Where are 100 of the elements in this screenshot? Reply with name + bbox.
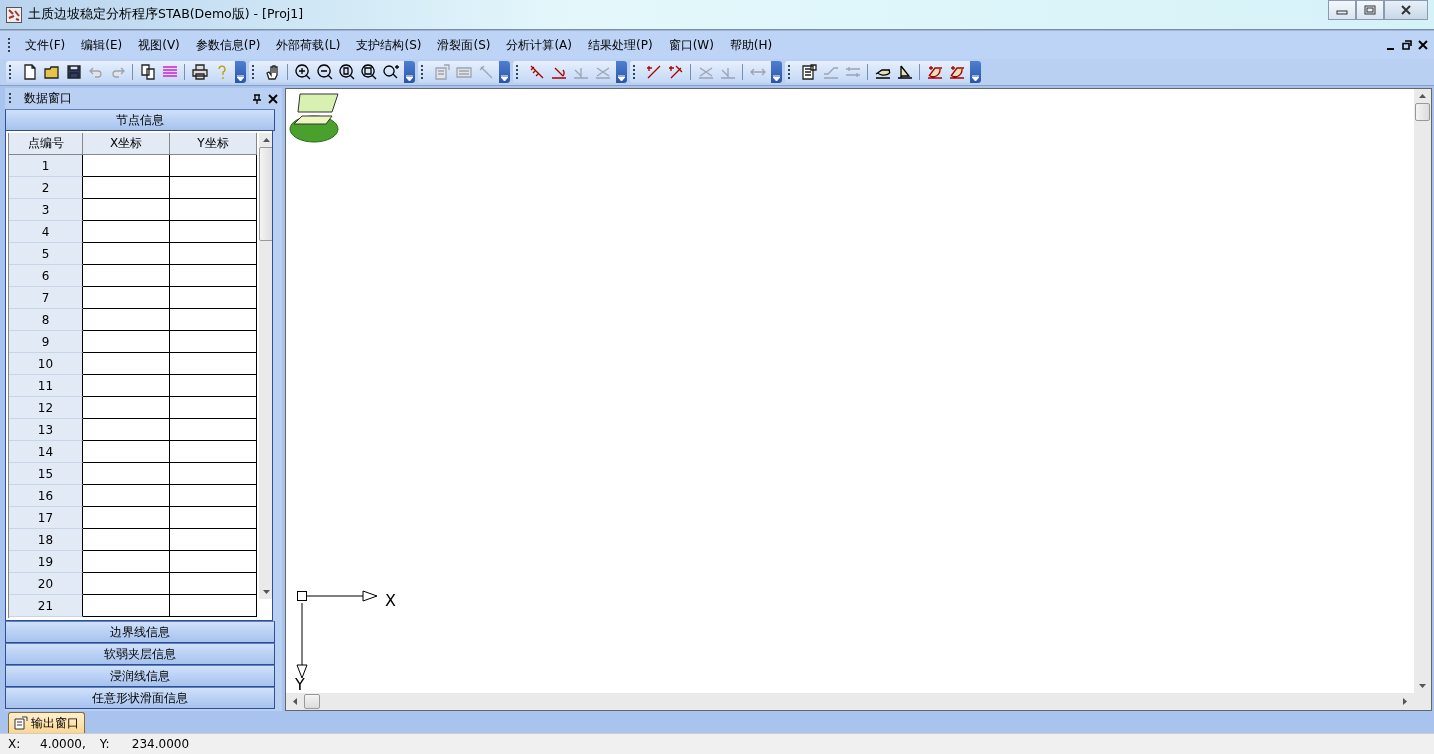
menu-item[interactable]: 视图(V) (130, 36, 188, 54)
table-cell[interactable] (83, 441, 170, 463)
table-cell[interactable] (83, 243, 170, 265)
table-cell[interactable] (170, 287, 257, 309)
table-cell[interactable] (170, 199, 257, 221)
table-cell[interactable] (170, 397, 257, 419)
table-cell[interactable] (83, 221, 170, 243)
table-cell[interactable] (170, 551, 257, 573)
toolbar-overflow-button[interactable] (404, 61, 415, 83)
slope-triangle-icon (896, 64, 913, 80)
table-cell[interactable] (83, 155, 170, 177)
toolbar-overflow-button[interactable] (771, 61, 782, 83)
pin-icon[interactable] (252, 93, 262, 104)
table-cell[interactable] (83, 463, 170, 485)
maximize-button[interactable] (1356, 0, 1384, 20)
table-cell[interactable] (170, 221, 257, 243)
zoom-page-icon (338, 64, 355, 80)
close-icon[interactable] (1418, 40, 1428, 50)
restore-icon[interactable] (1402, 40, 1412, 50)
menu-item[interactable]: 参数信息(P) (187, 36, 269, 54)
table-cell[interactable] (170, 155, 257, 177)
table-cell[interactable] (170, 529, 257, 551)
menu-item[interactable]: 窗口(W) (660, 36, 722, 54)
toolbar-overflow-button[interactable] (616, 61, 627, 83)
menu-item[interactable]: 外部荷载(L) (268, 36, 349, 54)
grip-icon (421, 64, 424, 80)
table-cell[interactable] (83, 177, 170, 199)
zoom-window-icon (360, 64, 377, 80)
menu-item[interactable]: 分析计算(A) (498, 36, 580, 54)
table-cell[interactable] (170, 419, 257, 441)
row-number: 9 (9, 331, 83, 353)
menu-item[interactable]: 编辑(E) (73, 36, 131, 54)
row-number: 5 (9, 243, 83, 265)
table-cell[interactable] (83, 595, 170, 617)
scrollbar[interactable] (1414, 89, 1431, 693)
table-cell[interactable] (170, 331, 257, 353)
table-cell[interactable] (170, 441, 257, 463)
table-cell[interactable] (170, 595, 257, 617)
scroll-down-icon[interactable] (263, 590, 270, 594)
menu-item[interactable]: 支护结构(S) (348, 36, 430, 54)
minimize-button[interactable] (1328, 0, 1356, 20)
section-header[interactable]: 浸润线信息 (5, 665, 275, 687)
table-cell[interactable] (83, 529, 170, 551)
table-cell[interactable] (170, 375, 257, 397)
scroll-right-icon[interactable] (1403, 698, 1407, 705)
scroll-thumb[interactable] (1415, 103, 1430, 121)
scroll-left-icon[interactable] (293, 698, 297, 705)
section-header[interactable]: 节点信息 (5, 109, 275, 131)
table-cell[interactable] (170, 507, 257, 529)
section-header[interactable]: 任意形状滑面信息 (5, 687, 275, 709)
app-icon (6, 6, 22, 23)
output-window-tab[interactable]: 输出窗口 (8, 712, 85, 733)
table-cell[interactable] (83, 375, 170, 397)
grip-icon (633, 64, 636, 80)
table-cell[interactable] (170, 309, 257, 331)
properties-icon (433, 64, 450, 80)
toolbar-overflow-button[interactable] (235, 61, 246, 83)
scroll-down-icon[interactable] (1419, 684, 1426, 688)
section-header[interactable]: 边界线信息 (5, 621, 275, 643)
row-number: 3 (9, 199, 83, 221)
grip-icon (9, 91, 12, 106)
scroll-up-icon[interactable] (1419, 94, 1426, 98)
wrench-icon (477, 64, 494, 80)
close-button[interactable] (1384, 0, 1428, 20)
menu-item[interactable]: 结果处理(P) (580, 36, 661, 54)
toolbar-overflow-button[interactable] (499, 61, 510, 83)
menu-item[interactable]: 文件(F) (17, 36, 74, 54)
table-cell[interactable] (83, 331, 170, 353)
scroll-thumb[interactable] (304, 694, 320, 709)
scroll-up-icon[interactable] (263, 138, 270, 142)
table-cell[interactable] (170, 485, 257, 507)
table-cell[interactable] (170, 573, 257, 595)
table-cell[interactable] (83, 551, 170, 573)
menu-item[interactable]: 帮助(H) (721, 36, 781, 54)
table-cell[interactable] (170, 463, 257, 485)
toolbar-button[interactable] (189, 61, 210, 83)
grip-icon (516, 64, 519, 80)
table-cell[interactable] (83, 265, 170, 287)
table-cell[interactable] (83, 397, 170, 419)
table-cell[interactable] (83, 353, 170, 375)
table-cell[interactable] (170, 243, 257, 265)
table-cell[interactable] (83, 309, 170, 331)
scrollbar[interactable] (259, 133, 272, 599)
section-header[interactable]: 软弱夹层信息 (5, 643, 275, 665)
scrollbar[interactable] (286, 693, 1414, 710)
close-icon[interactable] (268, 93, 278, 104)
menu-item[interactable]: 滑裂面(S) (429, 36, 499, 54)
scroll-thumb[interactable] (259, 147, 272, 241)
table-cell[interactable] (170, 265, 257, 287)
grip-icon (9, 64, 12, 80)
toolbar-overflow-button[interactable] (970, 61, 981, 83)
table-cell[interactable] (83, 419, 170, 441)
table-cell[interactable] (83, 199, 170, 221)
table-cell[interactable] (83, 287, 170, 309)
table-cell[interactable] (83, 573, 170, 595)
table-document-icon (800, 64, 817, 80)
table-cell[interactable] (170, 177, 257, 199)
table-cell[interactable] (170, 353, 257, 375)
table-cell[interactable] (83, 507, 170, 529)
table-cell[interactable] (83, 485, 170, 507)
